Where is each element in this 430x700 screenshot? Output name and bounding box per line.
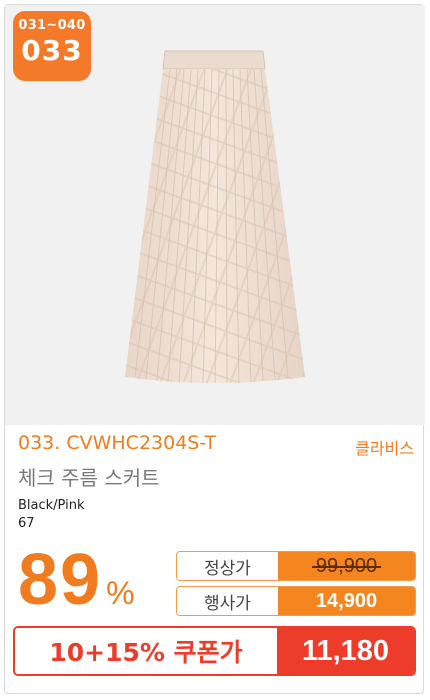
event-price-row: 행사가 14,900 (176, 586, 416, 616)
product-name[interactable]: 체크 주름 스커트 (18, 462, 160, 491)
coupon-price-value: 11,180 (277, 628, 414, 674)
regular-price: 99,900 (311, 554, 382, 577)
regular-price-value: 99,900 (278, 552, 415, 580)
coupon-price-label: 10+15% 쿠폰가 (15, 628, 277, 674)
badge-range: 031~040 (18, 18, 86, 33)
discount-unit: % (106, 575, 135, 611)
coupon-price-box: 10+15% 쿠폰가 11,180 (13, 626, 416, 676)
badge-number: 033 (21, 34, 83, 67)
regular-price-label: 정상가 (177, 552, 278, 580)
discount-rate: 89% (18, 540, 135, 620)
product-image[interactable]: 031~040 033 (5, 5, 425, 425)
discount-value: 89 (18, 540, 103, 620)
number-badge: 031~040 033 (13, 11, 91, 81)
regular-price-row: 정상가 99,900 (176, 551, 416, 581)
product-code: 033. CVWHC2304S-T (18, 432, 217, 454)
product-size: 67 (18, 516, 35, 531)
product-color: Black/Pink (18, 498, 85, 513)
event-price-value: 14,900 (278, 587, 415, 615)
brand-name[interactable]: 클라비스 (355, 435, 414, 459)
event-price-label: 행사가 (177, 587, 278, 615)
